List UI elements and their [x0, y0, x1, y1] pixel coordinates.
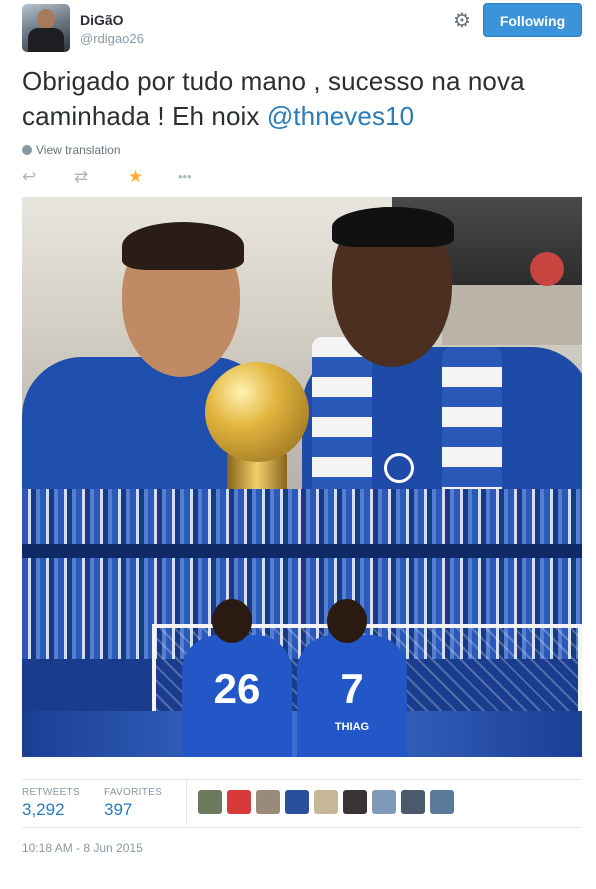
player-left-hair	[122, 222, 244, 270]
player-right	[292, 207, 582, 489]
tweet-photo[interactable]: 26 7 THIAG	[22, 197, 582, 757]
retweet-icon[interactable]: ⇄	[74, 166, 88, 188]
globe-icon	[22, 145, 32, 155]
favoriter-avatar-6[interactable]	[343, 790, 367, 814]
favoriter-avatar-2[interactable]	[227, 790, 251, 814]
favoriter-avatar-3[interactable]	[256, 790, 280, 814]
stats-separator	[186, 781, 187, 825]
favoriter-avatar-9[interactable]	[430, 790, 454, 814]
favorite-icon[interactable]: ★	[128, 166, 143, 188]
scarf-left	[312, 337, 372, 489]
avatar-head	[37, 9, 55, 29]
more-icon[interactable]: •••	[178, 166, 192, 188]
photo-panel-stadium: 26 7 THIAG	[22, 489, 582, 757]
user-avatar[interactable]	[22, 4, 70, 52]
view-translation-link[interactable]: View translation	[22, 143, 121, 157]
stats-top-divider	[22, 779, 582, 780]
golden-ball-trophy	[197, 362, 317, 489]
favoriter-avatar-5[interactable]	[314, 790, 338, 814]
user-handle[interactable]: @rdigao26	[80, 31, 144, 46]
scarf-right	[442, 347, 502, 489]
favoriter-avatar-8[interactable]	[401, 790, 425, 814]
retweets-count[interactable]: 3,292	[22, 800, 65, 820]
reply-icon[interactable]: ↩	[22, 166, 36, 188]
player-26-head	[212, 599, 252, 643]
favorites-count[interactable]: 397	[104, 800, 132, 820]
avatar-body	[28, 28, 64, 52]
jersey-name: THIAG	[334, 721, 370, 733]
player-26: 26	[182, 599, 292, 757]
tweet-header: DiGãO @rdigao26 ⚙ Following	[22, 3, 582, 56]
gear-icon[interactable]: ⚙	[450, 9, 474, 33]
view-translation-label: View translation	[36, 143, 121, 157]
player-7: 7 THIAG	[297, 599, 407, 757]
favorites-label: FAVORITES	[104, 787, 163, 798]
stats-bottom-divider	[22, 827, 582, 828]
jersey-number-7: 7	[340, 665, 364, 712]
photo-panel-airplane	[22, 197, 582, 489]
tweet-text: Obrigado por tudo mano , sucesso na nova…	[22, 64, 587, 134]
user-display-name[interactable]: DiGãO	[80, 12, 124, 28]
trophy-ball	[205, 362, 309, 462]
player-7-head	[327, 599, 367, 643]
jersey-number-26: 26	[213, 665, 261, 712]
favoriter-avatar-4[interactable]	[285, 790, 309, 814]
mention-link[interactable]: @thneves10	[267, 101, 414, 131]
tweet-timestamp[interactable]: 10:18 AM - 8 Jun 2015	[22, 841, 143, 855]
retweets-label: RETWEETS	[22, 787, 80, 798]
following-button[interactable]: Following	[483, 3, 582, 37]
sponsor-logo	[384, 453, 414, 483]
player-right-hair	[332, 207, 454, 247]
favoriter-avatar-1[interactable]	[198, 790, 222, 814]
stadium-tier	[22, 544, 582, 558]
favoriter-avatar-7[interactable]	[372, 790, 396, 814]
